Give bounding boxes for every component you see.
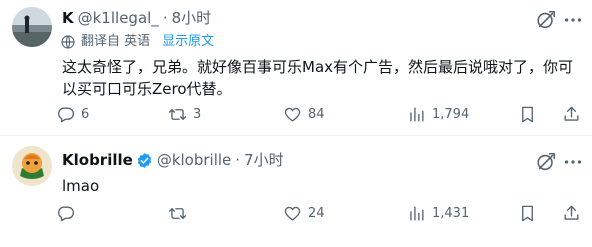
tweet-text: 这太奇怪了，兄弟。就好像百事可乐Max有个广告，然后最后说哦对了，你可以买可口可… xyxy=(62,58,574,98)
retweet-icon xyxy=(168,208,187,219)
grok-icon[interactable] xyxy=(535,151,557,173)
tweet-header: Klobrille @klobrille · 7小时 xyxy=(62,150,284,170)
tweet[interactable]: Klobrille @klobrille · 7小时 lmao 24 1,431 xyxy=(0,135,592,247)
translation-notice: 翻译自 英语 显示原文 xyxy=(60,33,214,51)
reply-count: 6 xyxy=(81,106,90,122)
views-button[interactable]: 1,794 xyxy=(407,105,469,124)
separator: · xyxy=(235,151,241,169)
like-icon xyxy=(284,206,301,221)
tweet[interactable]: K @k1llegal_ · 8小时 翻译自 英语 显示原文 这太奇怪了，兄弟。… xyxy=(0,0,592,135)
cartoon-avatar-image xyxy=(12,146,52,186)
views-count: 1,431 xyxy=(432,205,470,221)
retweet-icon xyxy=(168,109,187,120)
separator: · xyxy=(162,9,168,27)
share-button[interactable] xyxy=(562,204,581,223)
display-name[interactable]: Klobrille xyxy=(62,150,133,170)
timestamp[interactable]: 8小时 xyxy=(172,8,212,28)
views-icon xyxy=(410,107,424,122)
like-count: 24 xyxy=(308,205,325,221)
reply-button[interactable]: 6 xyxy=(56,105,89,124)
beach-avatar-image xyxy=(12,7,52,47)
bookmark-icon xyxy=(522,106,533,123)
action-bar: 24 1,431 xyxy=(56,204,586,226)
more-icon[interactable] xyxy=(562,9,584,31)
like-count: 84 xyxy=(308,106,325,122)
avatar[interactable] xyxy=(12,7,52,47)
reply-icon xyxy=(58,206,75,222)
user-handle[interactable]: @k1llegal_ xyxy=(78,8,159,28)
bookmark-button[interactable] xyxy=(518,204,537,223)
share-button[interactable] xyxy=(562,105,581,124)
retweet-button[interactable]: 3 xyxy=(168,105,201,124)
verified-badge-icon xyxy=(137,152,151,168)
show-original-link[interactable]: 显示原文 xyxy=(162,33,214,51)
views-count: 1,794 xyxy=(432,106,470,122)
retweet-button[interactable] xyxy=(168,204,193,223)
translation-label: 翻译自 英语 xyxy=(81,34,151,49)
reply-icon xyxy=(58,107,75,123)
timestamp[interactable]: 7小时 xyxy=(244,150,284,170)
like-icon xyxy=(284,107,301,122)
grok-icon[interactable] xyxy=(535,9,557,31)
views-button[interactable]: 1,431 xyxy=(407,204,469,223)
reply-button[interactable] xyxy=(56,204,81,223)
like-button[interactable]: 84 xyxy=(283,105,325,124)
views-icon xyxy=(410,206,424,221)
more-icon[interactable] xyxy=(562,151,584,173)
display-name[interactable]: K xyxy=(62,8,74,28)
tweet-text: lmao xyxy=(62,177,100,195)
avatar[interactable] xyxy=(12,146,52,186)
like-button[interactable]: 24 xyxy=(283,204,325,223)
retweet-count: 3 xyxy=(193,106,202,122)
bookmark-button[interactable] xyxy=(518,105,537,124)
share-icon xyxy=(564,205,579,220)
action-bar: 6 3 84 1,794 xyxy=(56,105,586,127)
translate-icon xyxy=(61,35,75,49)
share-icon xyxy=(564,106,579,121)
bookmark-icon xyxy=(522,205,533,222)
user-handle[interactable]: @klobrille xyxy=(157,150,231,170)
tweet-header: K @k1llegal_ · 8小时 xyxy=(62,8,211,28)
